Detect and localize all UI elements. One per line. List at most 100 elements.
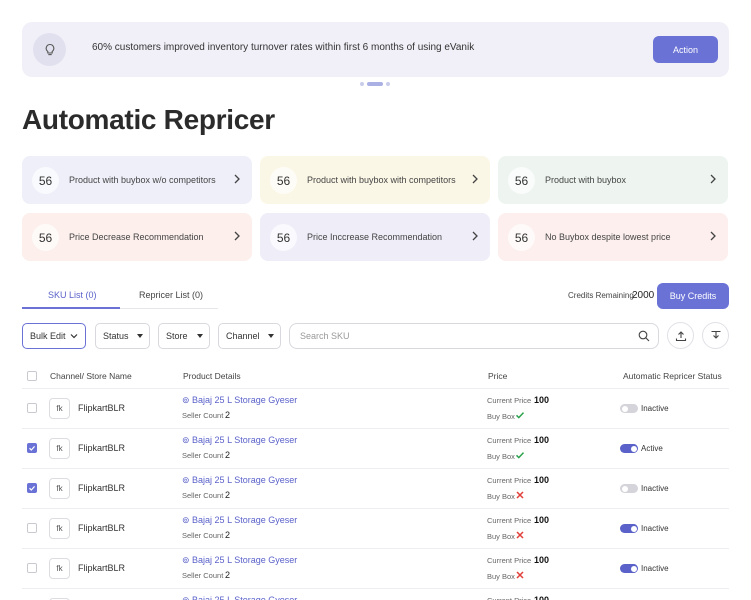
tab-sku-list[interactable]: SKU List (0) [48, 290, 97, 300]
product-link[interactable]: ⊚ Bajaj 25 L Storage Gyeser [182, 555, 297, 566]
store-name: FlipkartBLR [78, 443, 126, 453]
row-checkbox[interactable] [27, 563, 37, 573]
buy-box-label: Buy Box [487, 572, 515, 581]
upload-icon [675, 330, 686, 341]
caret-down-icon [197, 334, 203, 338]
card-count: 56 [270, 167, 297, 194]
card-label: No Buybox despite lowest price [545, 232, 671, 242]
row-checkbox[interactable] [27, 403, 37, 413]
buy-credits-button[interactable]: Buy Credits [657, 283, 729, 309]
column-header-product: Product Details [183, 371, 241, 381]
seller-count-label: Seller Count [182, 411, 224, 420]
cross-icon [516, 531, 524, 539]
product-link[interactable]: ⊚ Bajaj 25 L Storage Gyeser [182, 475, 297, 486]
status-filter-label: Status [103, 331, 129, 341]
upload-button[interactable] [667, 322, 694, 349]
card-label: Price Decrease Recommendation [69, 232, 204, 242]
seller-count-value: 2 [225, 530, 231, 540]
channel-logo: fk [49, 438, 70, 459]
repricer-toggle[interactable] [620, 524, 638, 533]
action-button[interactable]: Action [653, 36, 718, 63]
repricer-toggle[interactable] [620, 564, 638, 573]
card-count: 56 [32, 224, 59, 251]
chevron-right-icon [472, 231, 478, 241]
toggle-knob [621, 485, 628, 492]
current-price-label: Current Price [487, 396, 532, 405]
column-header-channel-store: Channel/ Store Name [50, 371, 132, 381]
card-label: Product with buybox w/o competitors [69, 175, 216, 185]
status-dropdown[interactable]: Status [95, 323, 150, 349]
chevron-right-icon [710, 174, 716, 184]
current-price-label: Current Price [487, 596, 531, 600]
column-header-price: Price [488, 371, 508, 381]
tab-repricer-list[interactable]: Repricer List (0) [139, 290, 203, 300]
store-name: FlipkartBLR [78, 523, 126, 533]
summary-card[interactable]: 56 Price Inccrease Recommendation [260, 213, 490, 261]
store-dropdown[interactable]: Store [158, 323, 210, 349]
store-name: FlipkartBLR [78, 563, 126, 573]
card-label: Product with buybox [545, 175, 627, 185]
active-tab-indicator [22, 307, 120, 309]
seller-count-label: Seller Count [182, 571, 224, 580]
store-name: FlipkartBLR [78, 483, 126, 493]
repricer-status: Inactive [641, 404, 669, 413]
search-sku-input[interactable] [289, 323, 659, 349]
row-checkbox[interactable] [27, 443, 37, 453]
chevron-right-icon [234, 174, 240, 184]
product-link[interactable]: ⊚ Bajaj 25 L Storage Gyeser [182, 395, 297, 406]
chevron-down-icon [70, 334, 78, 339]
card-count: 56 [508, 167, 535, 194]
bulk-edit-dropdown[interactable]: Bulk Edit [22, 323, 86, 349]
summary-card[interactable]: 56 Price Decrease Recommendation [22, 213, 252, 261]
download-button[interactable] [702, 322, 729, 349]
current-price-label: Current Price [487, 516, 532, 525]
channel-logo: fk [49, 518, 70, 539]
promo-banner: 60% customers improved inventory turnove… [22, 22, 729, 77]
store-filter-label: Store [166, 331, 188, 341]
buy-box-label: Buy Box [487, 452, 515, 461]
carousel-dot-active[interactable] [367, 82, 383, 86]
banner-message: 60% customers improved inventory turnove… [92, 42, 475, 53]
seller-count-value: 2 [225, 450, 231, 460]
bulk-edit-label: Bulk Edit [30, 331, 66, 341]
product-link[interactable]: ⊚ Bajaj 25 L Storage Gyeser [182, 595, 297, 600]
product-link[interactable]: ⊚ Bajaj 25 L Storage Gyeser [182, 515, 297, 526]
list-tabs: SKU List (0) Repricer List (0) [22, 284, 218, 309]
repricer-toggle[interactable] [620, 404, 638, 413]
download-icon [711, 330, 720, 339]
current-price-label: Current Price [487, 476, 532, 485]
current-price-value: 100 [534, 395, 550, 405]
summary-card[interactable]: 56 Product with buybox with competitors [260, 156, 490, 204]
product-link[interactable]: ⊚ Bajaj 25 L Storage Gyeser [182, 435, 297, 446]
caret-down-icon [268, 334, 274, 338]
row-checkbox[interactable] [27, 483, 37, 493]
chevron-right-icon [234, 231, 240, 241]
card-label: Price Inccrease Recommendation [307, 232, 443, 242]
chevron-right-icon [472, 174, 478, 184]
summary-card[interactable]: 56 Product with buybox w/o competitors [22, 156, 252, 204]
card-count: 56 [32, 167, 59, 194]
repricer-toggle[interactable] [620, 444, 638, 453]
row-checkbox[interactable] [27, 523, 37, 533]
repricer-status: Active [641, 444, 663, 453]
seller-count-value: 2 [225, 570, 231, 580]
summary-card[interactable]: 56 Product with buybox [498, 156, 728, 204]
carousel-dots[interactable] [360, 82, 390, 86]
caret-down-icon [137, 334, 143, 338]
carousel-dot[interactable] [360, 82, 364, 86]
channel-dropdown[interactable]: Channel [218, 323, 281, 349]
search-icon[interactable] [638, 330, 650, 342]
channel-filter-label: Channel [226, 331, 260, 341]
carousel-dot[interactable] [386, 82, 390, 86]
credits-remaining-value: 2000 [632, 290, 655, 301]
repricer-status: Inactive [641, 524, 669, 533]
column-header-repricer-status: Automatic Repricer Status [623, 371, 722, 381]
repricer-status: Inactive [641, 484, 669, 493]
summary-card[interactable]: 56 No Buybox despite lowest price [498, 213, 728, 261]
table-row[interactable] [22, 588, 729, 600]
buy-box-label: Buy Box [487, 412, 515, 421]
repricer-toggle[interactable] [620, 484, 638, 493]
select-all-checkbox[interactable] [27, 371, 37, 381]
buy-box-label: Buy Box [487, 532, 515, 541]
chevron-right-icon [710, 231, 716, 241]
